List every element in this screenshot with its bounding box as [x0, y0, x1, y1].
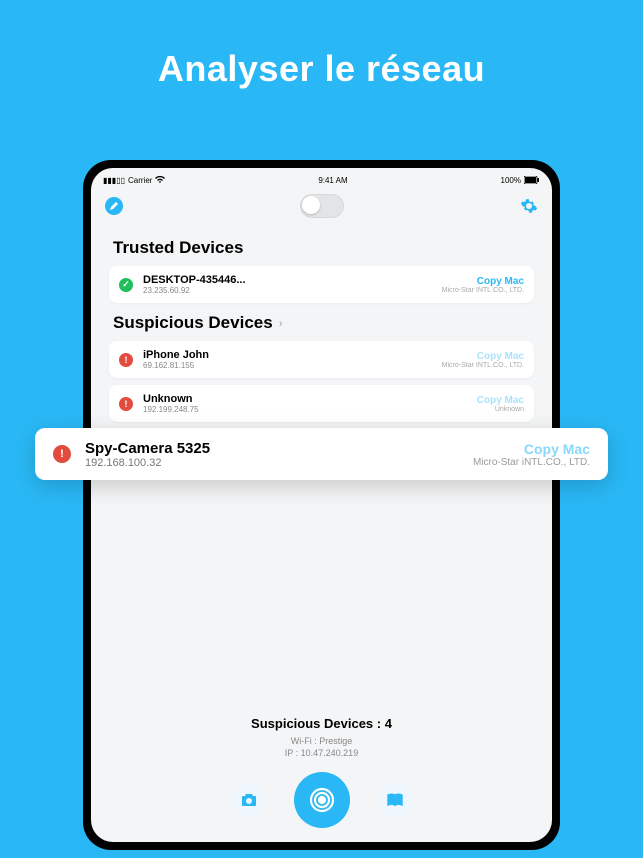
trusted-section-title: Trusted Devices — [113, 238, 534, 258]
device-ip: 69.162.81.155 — [143, 361, 442, 370]
device-name: DESKTOP-435446... — [143, 274, 442, 286]
settings-button[interactable] — [520, 197, 538, 215]
edit-button[interactable] — [105, 197, 123, 215]
alert-icon: ! — [119, 353, 133, 367]
status-bar: ▮▮▮▯▯ Carrier 9:41 AM 100% — [91, 168, 552, 188]
device-name: iPhone John — [143, 349, 442, 361]
clock: 9:41 AM — [318, 176, 347, 185]
app-screen: ▮▮▮▯▯ Carrier 9:41 AM 100% — [91, 168, 552, 842]
device-row[interactable]: ! iPhone John 69.162.81.155 Copy Mac Mic… — [109, 341, 534, 378]
device-vendor: Micro-Star INTL.CO., LTD. — [442, 287, 524, 294]
wifi-name: Wi-Fi : Prestige — [91, 735, 552, 748]
signal-icon: ▮▮▮▯▯ — [103, 176, 125, 185]
marketing-headline: Analyser le réseau — [0, 0, 643, 90]
carrier-label: Carrier — [128, 176, 152, 185]
copy-mac-button[interactable]: Copy Mac — [442, 276, 524, 287]
local-ip: IP : 10.47.240.219 — [91, 747, 552, 760]
wifi-icon — [155, 176, 165, 184]
device-name: Spy-Camera 5325 — [85, 440, 473, 457]
guide-button[interactable] — [378, 783, 412, 817]
device-name: Unknown — [143, 393, 477, 405]
device-row[interactable]: ✓ DESKTOP-435446... 23.235.60.92 Copy Ma… — [109, 266, 534, 303]
device-ip: 192.199.248.75 — [143, 405, 477, 414]
copy-mac-button[interactable]: Copy Mac — [477, 395, 524, 406]
alert-icon: ! — [119, 397, 133, 411]
highlighted-device-row[interactable]: ! Spy-Camera 5325 192.168.100.32 Copy Ma… — [35, 428, 608, 480]
battery-icon — [524, 176, 540, 184]
device-row[interactable]: ! Unknown 192.199.248.75 Copy Mac Unknow… — [109, 385, 534, 422]
suspicious-count: Suspicious Devices : 4 — [91, 716, 552, 731]
alert-icon: ! — [53, 445, 71, 463]
chevron-right-icon: › — [279, 316, 283, 330]
battery-pct: 100% — [501, 176, 521, 185]
tablet-frame: ▮▮▮▯▯ Carrier 9:41 AM 100% — [83, 160, 560, 850]
device-vendor: Micro-Star INTL.CO., LTD. — [442, 362, 524, 369]
scan-button[interactable] — [294, 772, 350, 828]
device-ip: 192.168.100.32 — [85, 457, 473, 469]
copy-mac-button[interactable]: Copy Mac — [473, 441, 590, 457]
device-vendor: Unknown — [477, 406, 524, 413]
suspicious-section-title: Suspicious Devices › — [113, 313, 534, 333]
footer-panel: Suspicious Devices : 4 Wi-Fi : Prestige … — [91, 716, 552, 828]
camera-button[interactable] — [232, 783, 266, 817]
device-vendor: Micro-Star iNTL.CO., LTD. — [473, 457, 590, 468]
check-icon: ✓ — [119, 278, 133, 292]
app-header — [91, 188, 552, 228]
copy-mac-button[interactable]: Copy Mac — [442, 351, 524, 362]
main-toggle[interactable] — [300, 194, 344, 218]
device-ip: 23.235.60.92 — [143, 286, 442, 295]
